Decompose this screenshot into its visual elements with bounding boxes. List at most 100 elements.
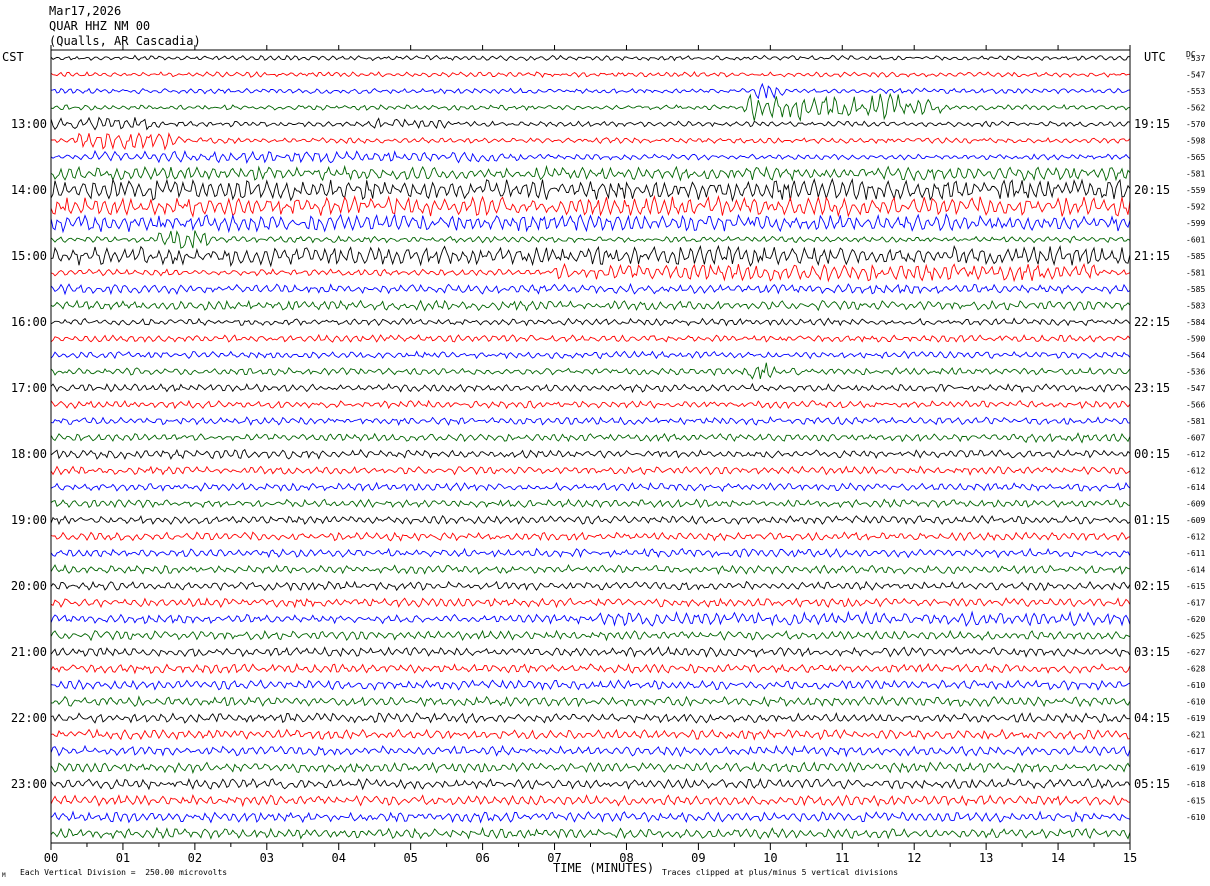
date-label: Mar17,2026: [49, 4, 122, 18]
dc-offset-label: -565: [1186, 153, 1205, 162]
left-hour-label: 21:00: [11, 645, 47, 659]
trace-line: [50, 195, 1131, 218]
left-hour-label: 23:00: [11, 777, 47, 791]
dc-offset-label: -562: [1186, 104, 1205, 113]
trace-line: [50, 531, 1131, 542]
trace-line: [50, 761, 1131, 775]
trace-line: [50, 399, 1131, 410]
left-hour-label: 16:00: [11, 315, 47, 329]
left-hour-label: 13:00: [11, 117, 47, 131]
trace-line: [50, 498, 1131, 509]
dc-offset-label: -585: [1186, 252, 1205, 261]
dc-offset-label: -599: [1186, 219, 1205, 228]
trace-line: [50, 794, 1131, 808]
left-hour-label: 19:00: [11, 513, 47, 527]
right-hour-label: 23:15: [1134, 381, 1170, 395]
trace-line: [50, 212, 1131, 234]
dc-offset-label: -614: [1186, 483, 1205, 492]
scale-note: Each Vertical Division = 250.00 microvol…: [20, 868, 228, 877]
trace-line: [50, 810, 1131, 824]
dc-offset-label: -607: [1186, 434, 1205, 443]
right-hour-label: 22:15: [1134, 315, 1170, 329]
dc-offset-label: -612: [1186, 467, 1205, 476]
dc-offset-label: -619: [1186, 764, 1205, 773]
trace-line: [50, 92, 1131, 122]
trace-line: [50, 230, 1131, 249]
dc-offset-label: -547: [1186, 384, 1205, 393]
left-timezone-label: CST: [2, 50, 24, 64]
dc-header-label: DC: [1186, 50, 1196, 59]
trace-line: [50, 695, 1131, 708]
dc-offset-label: -614: [1186, 566, 1205, 575]
dc-offset-label: -559: [1186, 186, 1205, 195]
right-hour-label: 01:15: [1134, 513, 1170, 527]
dc-offset-label: -590: [1186, 335, 1205, 344]
left-hour-label: 17:00: [11, 381, 47, 395]
dc-offset-label: -627: [1186, 648, 1205, 657]
trace-line: [50, 299, 1131, 312]
trace-line: [50, 54, 1131, 62]
x-tick-label: 04: [332, 851, 346, 865]
left-hour-labels: 13:00 14:00 15:00 16:00 17:00 18:00 19:00 20:00…: [11, 117, 47, 791]
dc-offset-label: -564: [1186, 351, 1205, 360]
right-hour-label: 05:15: [1134, 777, 1170, 791]
dc-offset-label: -566: [1186, 401, 1205, 410]
trace-line: [50, 282, 1131, 296]
trace-line: [50, 432, 1131, 444]
trace-line: [50, 116, 1131, 131]
left-hour-label: 14:00: [11, 183, 47, 197]
dc-offset-label: -592: [1186, 203, 1205, 212]
left-hour-label: 18:00: [11, 447, 47, 461]
dc-offset-label: -598: [1186, 137, 1205, 146]
dc-offset-label: -610: [1186, 813, 1205, 822]
right-hour-label: 21:15: [1134, 249, 1170, 263]
trace-line: [50, 564, 1131, 575]
dc-offset-label: -615: [1186, 797, 1205, 806]
helicorder-plot: 00 01 02 03 04 05 06 07 08 09 10 11 12 13 14 15 13:0014…: [11, 45, 1205, 865]
dc-offset-label: -570: [1186, 120, 1205, 129]
x-tick-label: 15: [1123, 851, 1137, 865]
x-axis-title: TIME (MINUTES): [553, 861, 655, 875]
x-tick-label: 11: [835, 851, 849, 865]
trace-line: [50, 350, 1131, 360]
trace-line: [50, 177, 1131, 203]
trace-line: [50, 629, 1131, 642]
x-tick-label: 14: [1051, 851, 1065, 865]
dc-offset-label: -610: [1186, 698, 1205, 707]
x-tick-label: 01: [116, 851, 130, 865]
x-tick-label: 12: [907, 851, 921, 865]
x-tick-label: 03: [260, 851, 274, 865]
right-hour-label: 19:15: [1134, 117, 1170, 131]
dc-offset-label: -609: [1186, 500, 1205, 509]
dc-offset-label: -581: [1186, 417, 1205, 426]
dc-offset-label: -547: [1186, 71, 1205, 80]
clip-note: Traces clipped at plus/minus 5 vertical …: [662, 868, 899, 877]
dc-offset-label: -610: [1186, 681, 1205, 690]
x-tick-label: 13: [979, 851, 993, 865]
dc-offset-labels: -537-547-553-562-570-598-565-581-559-592…: [1186, 54, 1205, 822]
dc-offset-label: -620: [1186, 615, 1205, 624]
location-label: (Qualls, AR Cascadia): [49, 34, 201, 48]
trace-line: [50, 317, 1131, 327]
dc-offset-label: -617: [1186, 599, 1205, 608]
dc-offset-label: -621: [1186, 731, 1205, 740]
trace-line: [50, 744, 1131, 758]
x-ticks: [50, 45, 1131, 850]
dc-offset-label: -584: [1186, 318, 1205, 327]
trace-line: [50, 244, 1131, 268]
trace-line: [50, 416, 1131, 426]
x-tick-label: 06: [475, 851, 489, 865]
trace-line: [50, 82, 1131, 100]
trace-line: [50, 481, 1131, 493]
trace-line: [50, 262, 1131, 283]
trace-line: [50, 679, 1131, 691]
trace-line: [50, 826, 1131, 840]
dc-offset-label: -619: [1186, 714, 1205, 723]
dc-offset-label: -609: [1186, 516, 1205, 525]
trace-line: [50, 645, 1131, 658]
seismic-traces: [50, 54, 1131, 840]
trace-line: [50, 777, 1131, 791]
trace-line: [50, 580, 1131, 592]
left-hour-label: 20:00: [11, 579, 47, 593]
dc-offset-label: -585: [1186, 285, 1205, 294]
